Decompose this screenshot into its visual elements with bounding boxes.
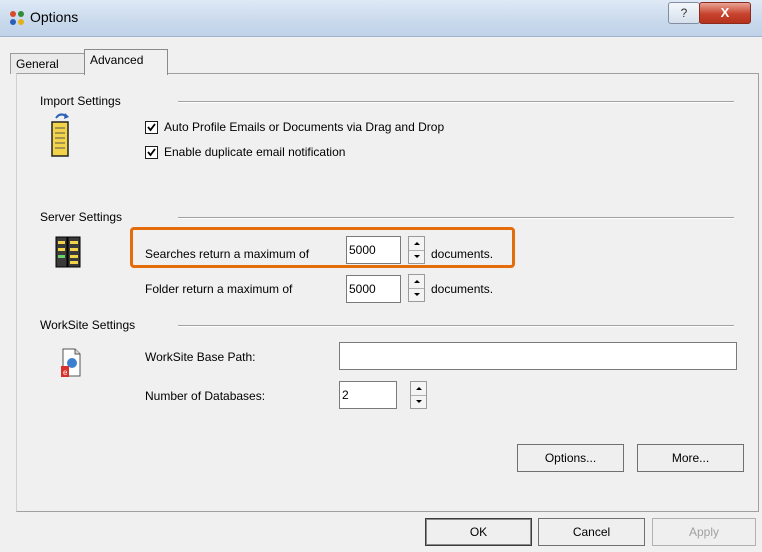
spin-down-icon[interactable]: [409, 288, 424, 301]
duplicate-notification-label: Enable duplicate email notification: [164, 145, 346, 159]
options-dialog: Options ? X General Advanced Import Sett…: [0, 0, 762, 552]
more-button[interactable]: More...: [637, 444, 744, 472]
databases-spinner[interactable]: [410, 381, 427, 409]
base-path-input[interactable]: [339, 342, 737, 370]
worksite-settings-divider: [178, 325, 734, 327]
server-settings-divider: [178, 217, 734, 219]
folder-max-input[interactable]: [346, 275, 401, 303]
ok-button[interactable]: OK: [425, 518, 532, 546]
import-document-icon: [51, 113, 69, 157]
highlight-box: [130, 227, 515, 268]
tab-advanced[interactable]: Advanced: [84, 49, 168, 75]
spin-down-icon[interactable]: [411, 395, 426, 408]
folder-max-spinner[interactable]: [408, 274, 425, 302]
cancel-button[interactable]: Cancel: [538, 518, 645, 546]
auto-profile-checkbox[interactable]: [145, 121, 158, 134]
help-button[interactable]: ?: [668, 2, 700, 24]
worksite-settings-heading: WorkSite Settings: [40, 318, 136, 332]
duplicate-notification-checkbox[interactable]: [145, 146, 158, 159]
folder-max-label: Folder return a maximum of: [145, 282, 293, 296]
base-path-label: WorkSite Base Path:: [145, 350, 256, 364]
server-icon: [55, 236, 81, 268]
import-settings-divider: [178, 101, 734, 103]
window-title: Options: [30, 9, 79, 25]
spin-up-icon[interactable]: [409, 275, 424, 289]
title-bar[interactable]: Options ? X: [0, 0, 762, 37]
tab-general[interactable]: General: [10, 53, 88, 74]
options-button[interactable]: Options...: [517, 444, 624, 472]
databases-input[interactable]: [339, 381, 397, 409]
server-settings-heading: Server Settings: [40, 210, 123, 224]
worksite-document-icon: e: [61, 348, 81, 377]
svg-text:e: e: [63, 368, 68, 377]
databases-label: Number of Databases:: [145, 389, 266, 403]
app-icon: [10, 11, 24, 25]
auto-profile-label: Auto Profile Emails or Documents via Dra…: [164, 120, 445, 134]
spin-up-icon[interactable]: [411, 382, 426, 396]
folder-unit-label: documents.: [431, 282, 494, 296]
import-settings-heading: Import Settings: [40, 94, 121, 108]
apply-button[interactable]: Apply: [652, 518, 756, 546]
close-button[interactable]: X: [699, 2, 751, 24]
